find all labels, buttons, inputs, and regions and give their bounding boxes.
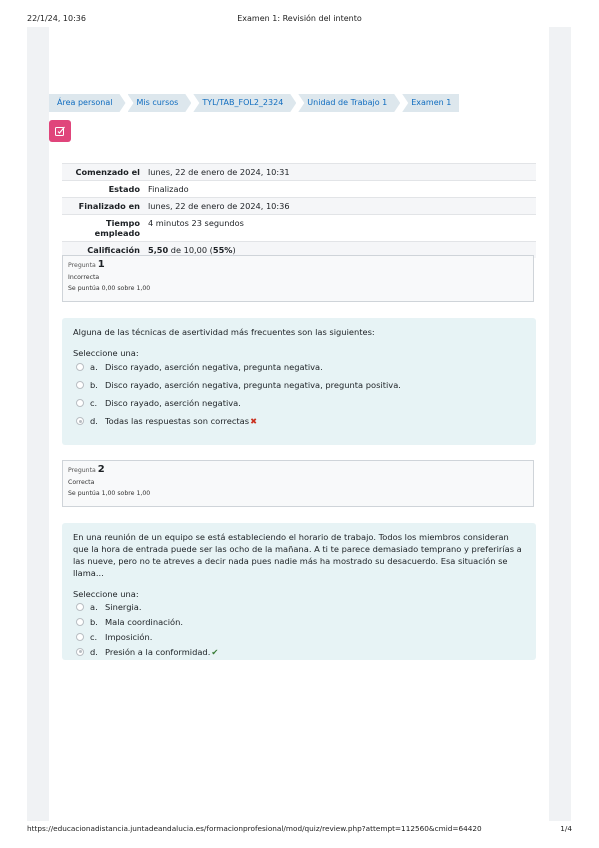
summary-value: lunes, 22 de enero de 2024, 10:36: [148, 201, 290, 211]
question-number-label: Pregunta 2: [68, 464, 105, 475]
radio-button[interactable]: [76, 632, 84, 641]
question-state: Correcta: [68, 479, 95, 486]
incorrect-icon: ✖: [250, 416, 258, 426]
summary-row-finished: Finalizado en lunes, 22 de enero de 2024…: [62, 197, 536, 214]
answer-option: b. Mala coordinación.: [73, 614, 525, 629]
answer-option: c. Disco rayado, aserción negativa.: [73, 394, 525, 412]
radio-button[interactable]: [76, 381, 84, 389]
option-text: Sinergia.: [105, 601, 142, 612]
print-url: https://educacionadistancia.juntadeandal…: [27, 824, 482, 833]
option-letter: a.: [90, 601, 98, 612]
breadcrumb-course[interactable]: TYL/TAB_FOL2_2324: [193, 94, 296, 112]
summary-label: Tiempo empleado: [94, 218, 140, 238]
option-text: Disco rayado, aserción negativa.: [105, 398, 241, 408]
radio-button[interactable]: [76, 617, 84, 626]
grade-percent: 55%: [212, 245, 233, 255]
question-state: Incorrecta: [68, 274, 100, 281]
answer-option: b. Disco rayado, aserción negativa, pregu…: [73, 376, 525, 394]
breadcrumb-area-personal[interactable]: Área personal: [49, 94, 126, 112]
summary-row-started: Comenzado el lunes, 22 de enero de 2024,…: [62, 163, 536, 180]
option-text: Disco rayado, aserción negativa, pregunt…: [105, 380, 401, 390]
quiz-icon: [49, 120, 71, 142]
option-text: Todas las respuestas son correctas: [105, 416, 250, 426]
grade-value: 5,50: [148, 245, 169, 255]
grade-close: ): [232, 245, 236, 255]
answer-prompt: Seleccione una:: [73, 348, 139, 358]
breadcrumb-unit[interactable]: Unidad de Trabajo 1: [298, 94, 400, 112]
option-letter: c.: [90, 398, 98, 408]
radio-button-checked[interactable]: [76, 647, 84, 656]
summary-row-state: Estado Finalizado: [62, 180, 536, 197]
answer-option: c. Imposición.: [73, 629, 525, 644]
radio-button-checked[interactable]: [76, 417, 84, 425]
radio-button[interactable]: [76, 363, 84, 371]
option-text: Imposición.: [105, 631, 153, 642]
radio-button[interactable]: [76, 399, 84, 407]
print-title: Examen 1: Revisión del intento: [237, 14, 362, 23]
question-number-label: Pregunta 1: [68, 259, 105, 270]
answer-option: a. Sinergia.: [73, 599, 525, 614]
question-content-1: Alguna de las técnicas de asertividad má…: [62, 318, 536, 445]
option-letter: d.: [90, 646, 98, 657]
question-info-2: Pregunta 2 Correcta Se puntúa 1,00 sobre…: [62, 460, 534, 507]
edit-checkbox-icon: [55, 126, 65, 136]
answer-option: a. Disco rayado, aserción negativa, pregu…: [73, 358, 525, 376]
breadcrumb-exam[interactable]: Examen 1: [402, 94, 460, 112]
option-letter: c.: [90, 631, 98, 642]
question-info-1: Pregunta 1 Incorrecta Se puntúa 0,00 sob…: [62, 255, 534, 302]
option-letter: a.: [90, 362, 98, 372]
grade-max: de 10,00 (: [168, 245, 213, 255]
breadcrumb-mis-cursos[interactable]: Mis cursos: [128, 94, 192, 112]
option-text: Mala coordinación.: [105, 616, 184, 627]
summary-label: Finalizado en: [78, 201, 140, 211]
correct-check-icon: ✔: [211, 646, 219, 657]
summary-value: 4 minutos 23 segundos: [148, 218, 244, 228]
summary-label: Comenzado el: [75, 167, 140, 177]
option-letter: d.: [90, 416, 98, 426]
answer-option-selected: d. Presión a la conformidad. ✔: [73, 644, 525, 659]
question-marks: Se puntúa 0,00 sobre 1,00: [68, 285, 151, 292]
option-text: Disco rayado, aserción negativa, pregunt…: [105, 362, 323, 372]
print-header: 22/1/24, 10:36 Examen 1: Revisión del in…: [0, 14, 599, 26]
summary-label: Estado: [108, 184, 140, 194]
print-page-number: 1/4: [560, 824, 572, 833]
breadcrumb: Área personal Mis cursos TYL/TAB_FOL2_23…: [49, 94, 461, 112]
question-text: Alguna de las técnicas de asertividad má…: [73, 327, 375, 337]
summary-row-time: Tiempo empleado 4 minutos 23 segundos: [62, 214, 536, 241]
summary-value: lunes, 22 de enero de 2024, 10:31: [148, 167, 290, 177]
option-letter: b.: [90, 616, 98, 627]
option-letter: b.: [90, 380, 98, 390]
question-text: En una reunión de un equipo se está esta…: [73, 532, 522, 578]
radio-button[interactable]: [76, 602, 84, 611]
option-text: Presión a la conformidad.: [105, 646, 211, 657]
question-content-2: En una reunión de un equipo se está esta…: [62, 523, 536, 660]
answer-option-selected: d. Todas las respuestas son correctas ✖: [73, 412, 525, 430]
answer-prompt: Seleccione una:: [73, 589, 139, 599]
question-marks: Se puntúa 1,00 sobre 1,00: [68, 490, 151, 497]
attempt-summary-table: Comenzado el lunes, 22 de enero de 2024,…: [62, 163, 536, 258]
summary-value: Finalizado: [148, 184, 189, 194]
